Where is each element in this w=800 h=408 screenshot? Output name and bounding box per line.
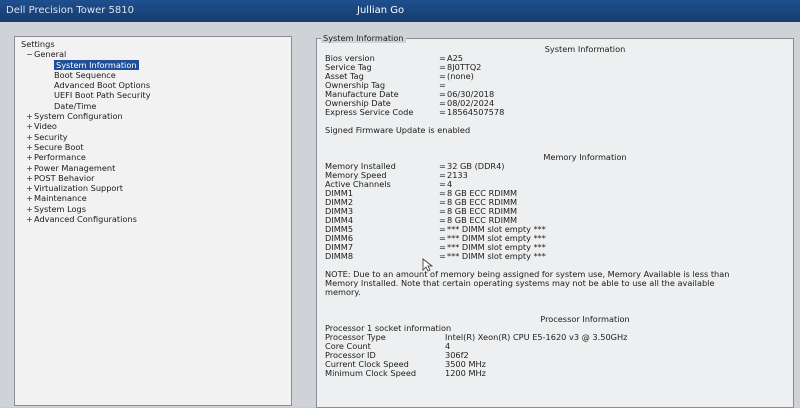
tree-item-system-logs[interactable]: +System Logs xyxy=(21,204,291,214)
tree-item-post-behavior[interactable]: +POST Behavior xyxy=(21,173,291,183)
tree-item-virtualization-support[interactable]: +Virtualization Support xyxy=(21,183,291,193)
info-value: (none) xyxy=(447,71,474,81)
tree-item-video[interactable]: +Video xyxy=(21,121,291,131)
system-section-title: System Information xyxy=(544,44,626,54)
tree-item-uefi-boot-path-security[interactable]: UEFI Boot Path Security xyxy=(21,90,291,100)
title-bar: Dell Precision Tower 5810 Jullian Go xyxy=(0,0,800,22)
info-row: Memory Speed = 2133 xyxy=(325,171,785,180)
tree-item-power-management[interactable]: +Power Management xyxy=(21,163,291,173)
settings-tree-panel: Settings −General System Information Boo… xyxy=(14,36,292,406)
equals-separator: = xyxy=(439,107,446,117)
info-row: Manufacture Date = 06/30/2018 xyxy=(325,90,785,99)
info-row: DIMM8 = *** DIMM slot empty *** xyxy=(325,252,785,261)
info-key: Express Service Code xyxy=(325,107,414,117)
expand-icon[interactable]: + xyxy=(25,215,34,225)
tree-item-advanced-boot-options[interactable]: Advanced Boot Options xyxy=(21,80,291,90)
selected-item-label: System Information xyxy=(54,59,139,70)
info-row: DIMM3 = 8 GB ECC RDIMM xyxy=(325,207,785,216)
tree-item-boot-sequence[interactable]: Boot Sequence xyxy=(21,70,291,80)
settings-tree: Settings −General System Information Boo… xyxy=(15,37,291,224)
tree-item-date-time[interactable]: Date/Time xyxy=(21,101,291,111)
info-row: Memory Installed = 32 GB (DDR4) xyxy=(325,162,785,171)
info-row: Active Channels = 4 xyxy=(325,180,785,189)
info-key: Minimum Clock Speed xyxy=(325,368,417,378)
tree-item-advanced-configurations[interactable]: +Advanced Configurations xyxy=(21,214,291,224)
information-panel: System Information Bios version = A25 Servi… xyxy=(325,45,785,399)
tree-item-maintenance[interactable]: +Maintenance xyxy=(21,193,291,203)
processor-info-list: Processor Type Intel(R) Xeon(R) CPU E5-16… xyxy=(325,333,785,378)
info-row: Asset Tag = (none) xyxy=(325,72,785,81)
memory-info-list: Memory Installed = 32 GB (DDR4) Memory Spee… xyxy=(325,162,785,261)
tree-item-general[interactable]: −General xyxy=(21,49,291,59)
info-row: DIMM7 = *** DIMM slot empty *** xyxy=(325,243,785,252)
info-row: Minimum Clock Speed 1200 MHz xyxy=(325,369,785,378)
tree-item-security[interactable]: +Security xyxy=(21,132,291,142)
info-row: Core Count 4 xyxy=(325,342,785,351)
equals-separator: = xyxy=(439,251,446,261)
info-row: Service Tag = 8J0TTQ2 xyxy=(325,63,785,72)
info-value: 18564507578 xyxy=(447,107,505,117)
info-value: *** DIMM slot empty *** xyxy=(447,251,546,261)
info-row: DIMM5 = *** DIMM slot empty *** xyxy=(325,225,785,234)
info-row: Express Service Code = 18564507578 xyxy=(325,108,785,117)
frame-title: System Information xyxy=(321,33,406,43)
tree-item-performance[interactable]: +Performance xyxy=(21,152,291,162)
info-row: DIMM4 = 8 GB ECC RDIMM xyxy=(325,216,785,225)
mouse-pointer-icon xyxy=(422,258,434,272)
tree-item-system-information[interactable]: System Information xyxy=(21,59,291,70)
bios-body: Settings −General System Information Boo… xyxy=(0,22,800,408)
tree-item-secure-boot[interactable]: +Secure Boot xyxy=(21,142,291,152)
info-value: 1200 MHz xyxy=(445,368,486,378)
app-title: Dell Precision Tower 5810 xyxy=(6,5,134,16)
info-row: DIMM6 = *** DIMM slot empty *** xyxy=(325,234,785,243)
info-row: DIMM1 = 8 GB ECC RDIMM xyxy=(325,189,785,198)
tree-item-system-configuration[interactable]: +System Configuration xyxy=(21,111,291,121)
system-info-list: Bios version = A25 Service Tag = 8J0TTQ2 Asset… xyxy=(325,54,785,117)
firmware-status: Signed Firmware Update is enabled xyxy=(325,125,471,135)
system-information-frame: System Information System Information Bi… xyxy=(316,33,794,408)
info-row: DIMM2 = 8 GB ECC RDIMM xyxy=(325,198,785,207)
info-row: Bios version = A25 xyxy=(325,54,785,63)
tree-root-settings: Settings xyxy=(21,39,55,49)
user-name: Jullian Go xyxy=(357,5,405,16)
info-value: Intel(R) Xeon(R) CPU E5-1620 v3 @ 3.50GH… xyxy=(445,332,628,342)
info-row: Processor Type Intel(R) Xeon(R) CPU E5-16… xyxy=(325,333,785,342)
memory-note: NOTE: Due to an amount of memory being a… xyxy=(325,269,730,297)
